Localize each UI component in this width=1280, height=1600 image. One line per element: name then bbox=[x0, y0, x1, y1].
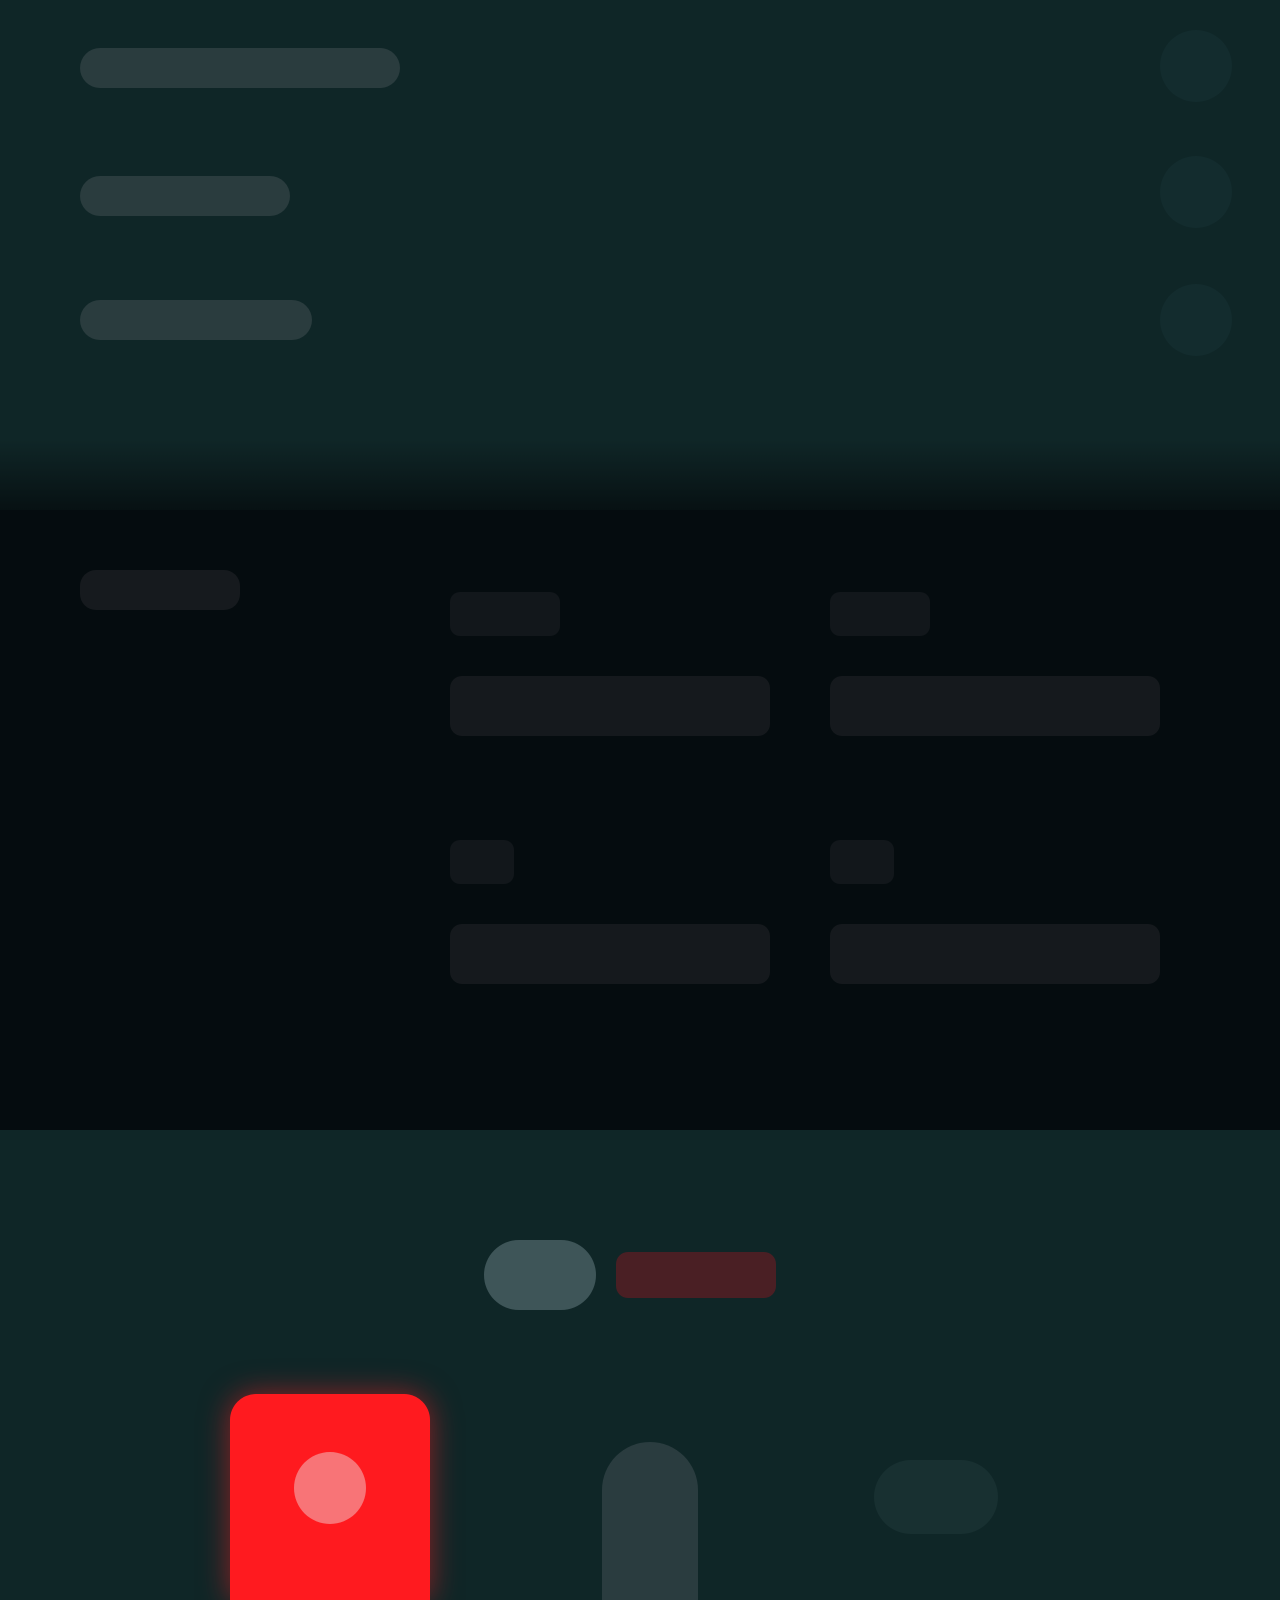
avatar-icon[interactable] bbox=[1160, 30, 1232, 102]
info-cell-value bbox=[450, 924, 770, 984]
more-button[interactable] bbox=[874, 1460, 998, 1534]
brand-wordmark bbox=[616, 1252, 776, 1298]
settings-icon[interactable] bbox=[1160, 156, 1232, 228]
info-heading bbox=[80, 570, 240, 610]
navigation-panel bbox=[0, 0, 1280, 480]
brand-mark bbox=[484, 1240, 596, 1310]
info-cell-label bbox=[450, 592, 560, 636]
info-cell bbox=[830, 592, 1170, 736]
record-icon bbox=[294, 1452, 366, 1524]
panel-divider bbox=[0, 440, 1280, 520]
info-panel bbox=[0, 510, 1280, 1130]
nav-link-2[interactable] bbox=[80, 176, 290, 216]
brand-logo bbox=[484, 1240, 776, 1310]
nav-link-1[interactable] bbox=[80, 48, 400, 88]
info-cell-value bbox=[830, 924, 1160, 984]
info-cell bbox=[450, 840, 790, 984]
nav-link-3[interactable] bbox=[80, 300, 312, 340]
microphone-button[interactable] bbox=[602, 1442, 698, 1600]
info-icon[interactable] bbox=[1160, 284, 1232, 356]
info-cell-label bbox=[830, 840, 894, 884]
info-cell-label bbox=[450, 840, 514, 884]
info-cell-value bbox=[450, 676, 770, 736]
info-cell bbox=[830, 840, 1170, 984]
info-cell bbox=[450, 592, 790, 736]
info-cell-label bbox=[830, 592, 930, 636]
record-button[interactable] bbox=[230, 1394, 430, 1600]
info-cell-value bbox=[830, 676, 1160, 736]
